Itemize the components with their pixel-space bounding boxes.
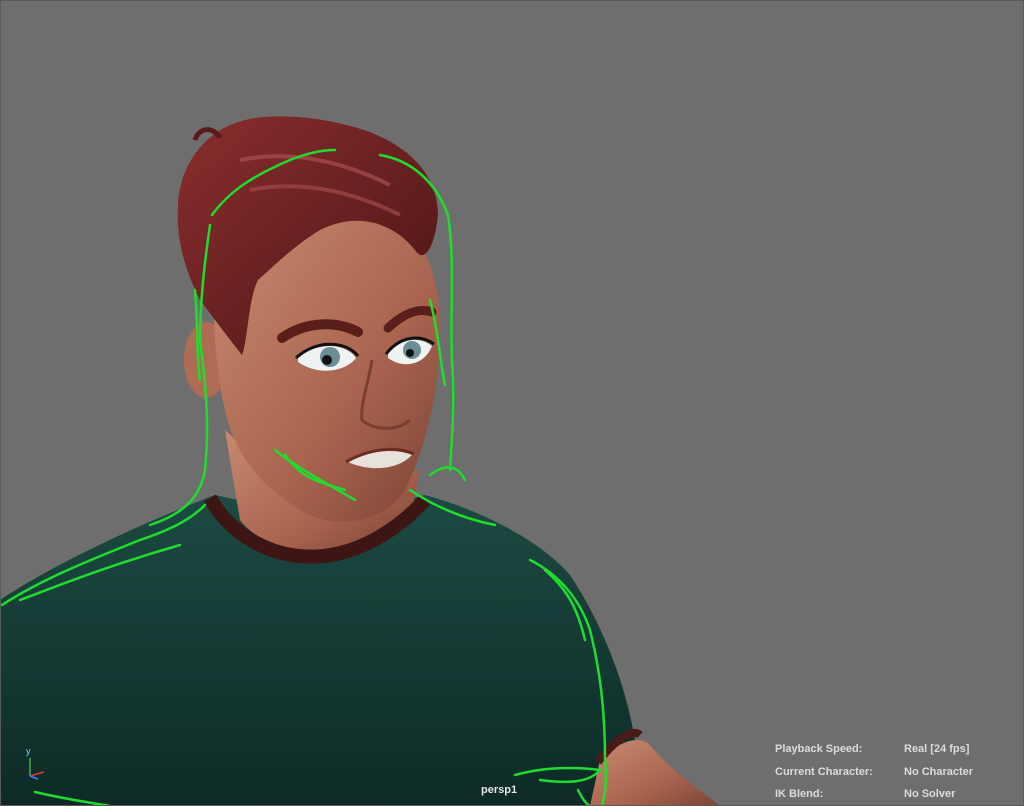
hud-row-ik-blend: IK Blend: No Solver <box>775 783 973 806</box>
hud-row-playback-speed: Playback Speed: Real [24 fps] <box>775 738 973 761</box>
maya-viewport[interactable]: y persp1 Playback Speed: Real [24 fps] C… <box>0 0 1024 806</box>
hud-label: Playback Speed: <box>775 743 863 755</box>
axis-y-label: y <box>26 746 31 756</box>
hud-value: Real [24 fps] <box>904 743 970 755</box>
hud-label: Current Character: <box>775 765 873 778</box>
heads-up-display: Playback Speed: Real [24 fps] Current Ch… <box>775 738 973 806</box>
camera-name-label: persp1 <box>481 784 518 796</box>
hud-value: No Solver <box>904 788 956 800</box>
axis-gizmo: y <box>22 746 52 782</box>
character-render <box>0 116 720 806</box>
hud-row-current-character: Current Character: No Character <box>775 761 973 784</box>
hud-label: IK Blend: <box>775 788 824 800</box>
hud-value: No Character <box>904 765 974 778</box>
